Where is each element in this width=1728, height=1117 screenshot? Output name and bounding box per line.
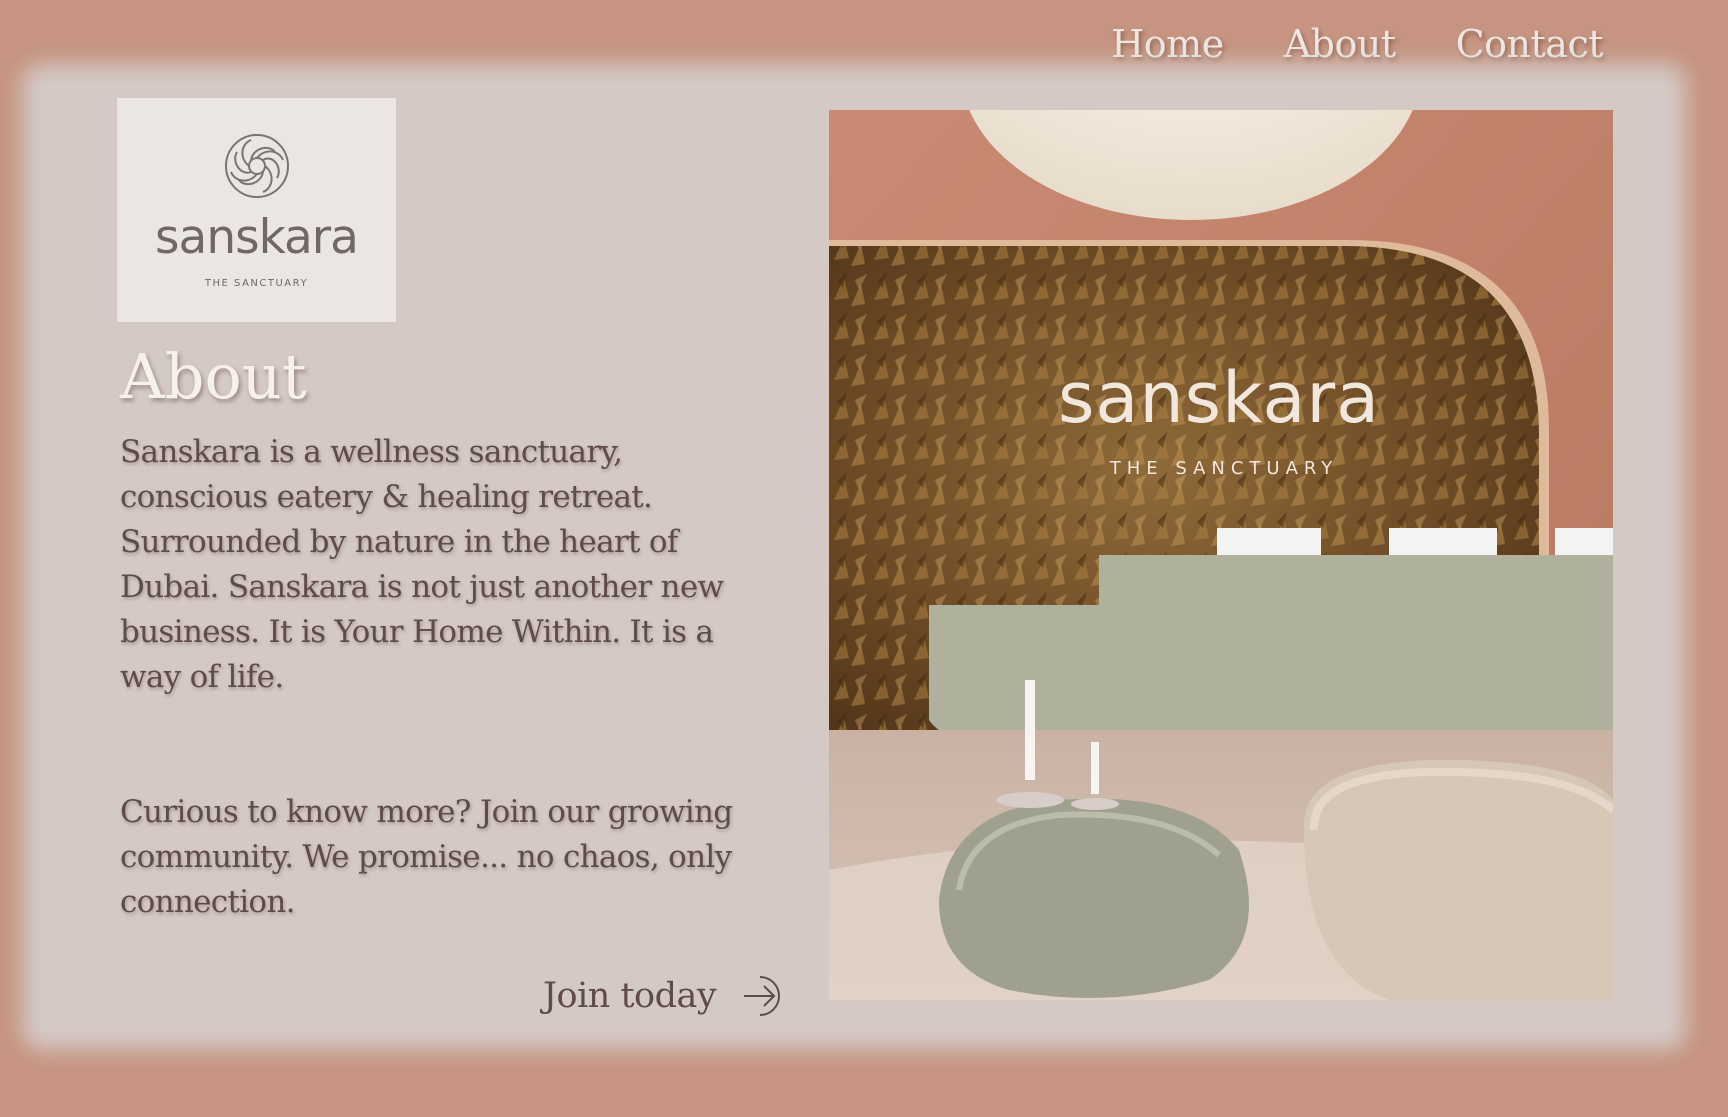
page-title: About [120, 340, 307, 413]
nav-contact-link[interactable]: Contact [1456, 22, 1604, 66]
arrow-right-circle-icon [744, 976, 781, 1016]
sign-wordmark: sanskara [1058, 357, 1380, 439]
nav-about-link[interactable]: About [1284, 22, 1396, 66]
reception-illustration: sanskara THE SANCTUARY [829, 110, 1613, 1000]
logo[interactable]: sanskara THE SANCTUARY [117, 98, 396, 322]
page: Home About Contact sanskara THE SANCTUAR… [0, 0, 1728, 1117]
reception-photo: sanskara THE SANCTUARY [829, 110, 1613, 1000]
top-nav: Home About Contact [1111, 22, 1603, 66]
sign-tagline: THE SANCTUARY [1109, 458, 1339, 479]
community-paragraph: Curious to know more? Join our growing c… [120, 794, 733, 920]
nav-home-link[interactable]: Home [1111, 22, 1224, 66]
flower-mandala-icon [225, 134, 289, 198]
join-today-link[interactable]: Join today [543, 975, 782, 1017]
join-today-label: Join today [543, 976, 717, 1016]
logo-tagline: THE SANCTUARY [204, 278, 309, 289]
about-paragraph: Sanskara is a wellness sanctuary, consci… [120, 434, 724, 695]
logo-wordmark: sanskara [155, 210, 359, 265]
